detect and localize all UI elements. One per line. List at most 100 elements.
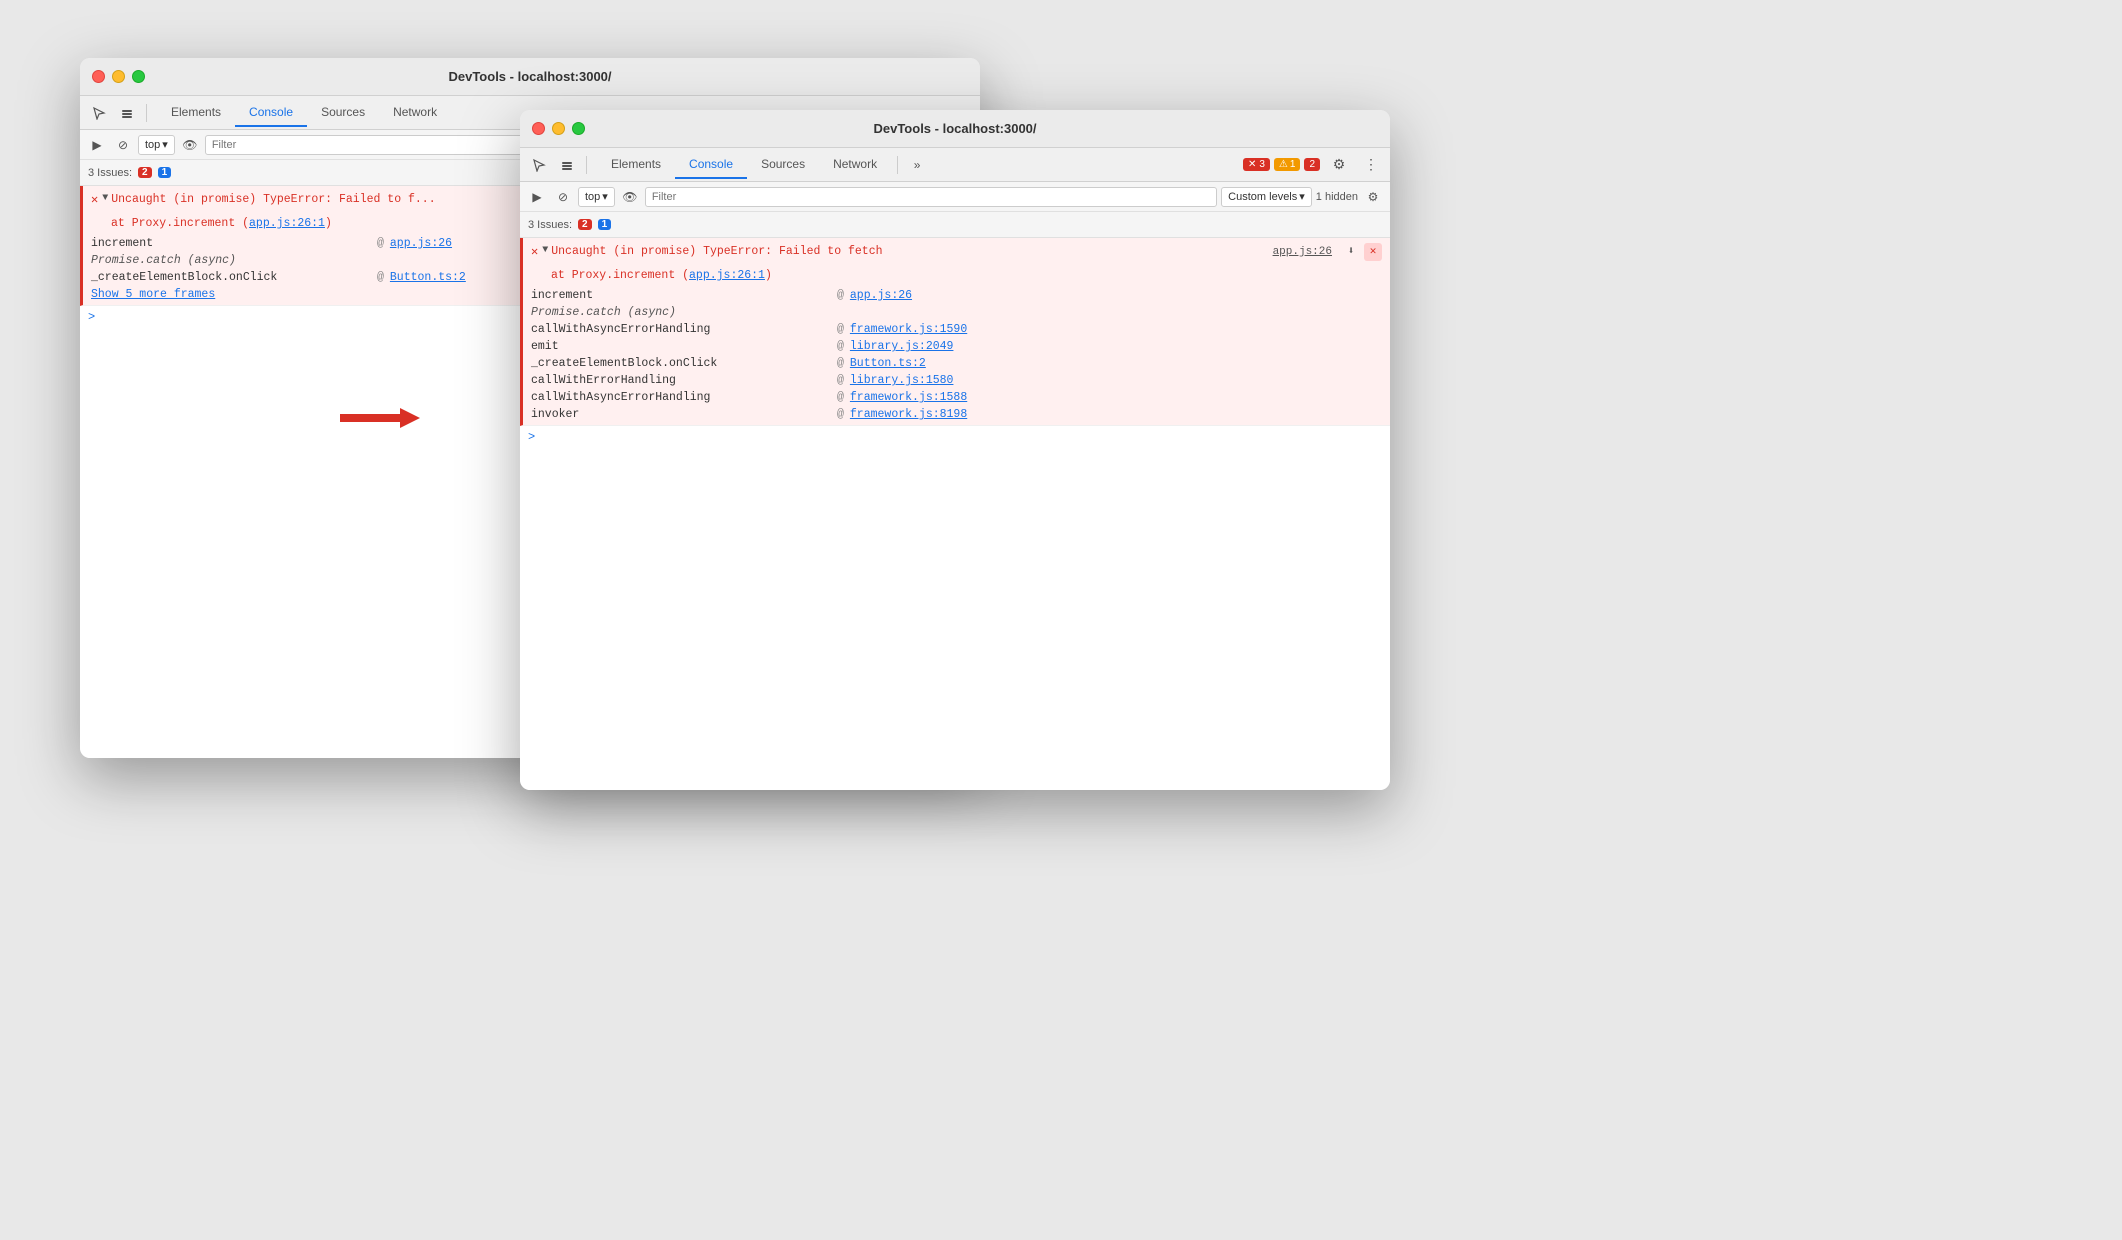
fn-increment-1: increment (91, 237, 371, 250)
stack-row-2-5: _createElementBlock.onClick @ Button.ts:… (523, 355, 1390, 372)
devtools-window-2: DevTools - localhost:3000/ Elements Cons… (520, 110, 1390, 790)
error2-count: 2 (1309, 159, 1315, 170)
show-more-link-1[interactable]: Show 5 more frames (91, 288, 215, 301)
ban-btn-1[interactable]: ⊘ (112, 134, 134, 156)
minimize-button-1[interactable] (112, 70, 125, 83)
layers-icon-1[interactable] (114, 100, 140, 126)
link-framework-1590[interactable]: framework.js:1590 (850, 323, 967, 336)
download-icon-2[interactable]: ⬇ (1342, 243, 1360, 261)
tab-elements-2[interactable]: Elements (597, 151, 675, 179)
play-btn-1[interactable]: ▶ (86, 134, 108, 156)
error-entry-2: ✕ ▼ Uncaught (in promise) TypeError: Fai… (520, 238, 1390, 426)
fn-invoker: invoker (531, 408, 831, 421)
top-label-1: top (145, 139, 160, 151)
custom-levels-label: Custom levels (1228, 191, 1297, 203)
proxy-link-1[interactable]: app.js:26:1 (249, 217, 325, 230)
proxy-link-2[interactable]: app.js:26:1 (689, 269, 765, 282)
at-2-1: @ (837, 289, 844, 302)
link-button-2[interactable]: Button.ts:2 (850, 357, 926, 370)
error-badge-2: ✕ 3 (1243, 158, 1270, 171)
error-count-issue-2: 2 (578, 219, 592, 230)
info-count-issue-2: 1 (598, 219, 612, 230)
prompt-symbol-1: > (88, 310, 95, 324)
maximize-button-2[interactable] (572, 122, 585, 135)
at-2-5: @ (837, 357, 844, 370)
layers-icon-2[interactable] (554, 152, 580, 178)
badge-group-2: ✕ 3 ⚠ 1 2 (1243, 158, 1320, 171)
tab-network-1[interactable]: Network (379, 99, 451, 127)
toolbar-divider-1 (146, 104, 147, 122)
at-1-3: @ (377, 271, 384, 284)
link-increment-1[interactable]: app.js:26 (390, 237, 452, 250)
top-dropdown-1[interactable]: top ▾ (138, 135, 175, 155)
maximize-button-1[interactable] (132, 70, 145, 83)
link-library-2049[interactable]: library.js:2049 (850, 340, 954, 353)
warning-icon: ⚠ (1279, 159, 1288, 170)
error-main-row-2: ✕ ▼ Uncaught (in promise) TypeError: Fai… (523, 240, 1390, 264)
stack-row-2-6: callWithErrorHandling @ library.js:1580 (523, 372, 1390, 389)
fn-increment-2: increment (531, 289, 831, 302)
proxy-text-2: at Proxy.increment (app.js:26:1) (551, 267, 1382, 284)
tab-console-2[interactable]: Console (675, 151, 747, 179)
title-bar-1: DevTools - localhost:3000/ (80, 58, 980, 96)
custom-levels-dropdown[interactable]: Custom levels ▾ (1221, 187, 1312, 207)
tab-sources-1[interactable]: Sources (307, 99, 379, 127)
inline-actions-2: app.js:26 ⬇ ✕ (1273, 243, 1382, 261)
issues-label-2: 3 Issues: (528, 219, 572, 231)
proxy-row-2: at Proxy.increment (app.js:26:1) (523, 264, 1390, 287)
error-x-icon: ✕ (1248, 159, 1256, 170)
console-toolbar-2: ▶ ⊘ top ▾ 👁 Custom levels ▾ 1 hidden ⚙ (520, 182, 1390, 212)
expand-arrow-1[interactable]: ▼ (102, 191, 108, 206)
chevron-down-icon-custom: ▾ (1299, 190, 1305, 203)
top-dropdown-2[interactable]: top ▾ (578, 187, 615, 207)
more-tabs-btn[interactable]: » (904, 152, 930, 178)
tab-elements-1[interactable]: Elements (157, 99, 235, 127)
fn-callwith-async-1: callWithAsyncErrorHandling (531, 323, 831, 336)
play-btn-2[interactable]: ▶ (526, 186, 548, 208)
link-increment-2[interactable]: app.js:26 (850, 289, 912, 302)
close-button-2[interactable] (532, 122, 545, 135)
at-2-8: @ (837, 408, 844, 421)
link-framework-8198[interactable]: framework.js:8198 (850, 408, 967, 421)
error-link-right[interactable]: app.js:26 (1273, 244, 1332, 261)
cursor-icon-2[interactable] (526, 152, 552, 178)
title-bar-2: DevTools - localhost:3000/ (520, 110, 1390, 148)
info-count-1: 1 (158, 167, 172, 178)
more-icon-2[interactable]: ⋮ (1358, 152, 1384, 178)
expand-arrow-2[interactable]: ▼ (542, 243, 548, 258)
prompt-symbol-2: > (528, 430, 535, 444)
tab-console-1[interactable]: Console (235, 99, 307, 127)
error-badge-2b: 2 (1304, 158, 1320, 171)
prompt-row-2[interactable]: > (520, 426, 1390, 448)
at-2-4: @ (837, 340, 844, 353)
warning-badge-2: ⚠ 1 (1274, 158, 1301, 171)
gear-icon-2[interactable]: ⚙ (1326, 152, 1352, 178)
hidden-count: 1 hidden (1316, 191, 1358, 203)
settings-icon-2[interactable]: ⚙ (1362, 186, 1384, 208)
toolbar-divider-2 (586, 156, 587, 174)
eye-btn-1[interactable]: 👁 (179, 134, 201, 156)
stack-row-2-4: emit @ library.js:2049 (523, 338, 1390, 355)
issues-bar-2: 3 Issues: 2 1 (520, 212, 1390, 238)
error-badge-1: 2 (138, 167, 152, 178)
stack-row-2-3: callWithAsyncErrorHandling @ framework.j… (523, 321, 1390, 338)
tab-bar-1: Elements Console Sources Network (157, 99, 451, 127)
tab-sources-2[interactable]: Sources (747, 151, 819, 179)
fn-callwith-async-2: callWithAsyncErrorHandling (531, 391, 831, 404)
link-framework-1588[interactable]: framework.js:1588 (850, 391, 967, 404)
close-icon-2[interactable]: ✕ (1364, 243, 1382, 261)
fn-onclick-1: _createElementBlock.onClick (91, 271, 371, 284)
issues-label-1: 3 Issues: (88, 167, 132, 179)
link-button-1[interactable]: Button.ts:2 (390, 271, 466, 284)
cursor-icon-1[interactable] (86, 100, 112, 126)
minimize-button-2[interactable] (552, 122, 565, 135)
warning-count-2: 1 (1290, 159, 1296, 170)
filter-input-2[interactable] (645, 187, 1217, 207)
link-library-1580[interactable]: library.js:1580 (850, 374, 954, 387)
fn-promise-2: Promise.catch (async) (531, 306, 831, 319)
eye-btn-2[interactable]: 👁 (619, 186, 641, 208)
ban-btn-2[interactable]: ⊘ (552, 186, 574, 208)
tab-network-2[interactable]: Network (819, 151, 891, 179)
toolbar-divider-2b (897, 156, 898, 174)
close-button-1[interactable] (92, 70, 105, 83)
